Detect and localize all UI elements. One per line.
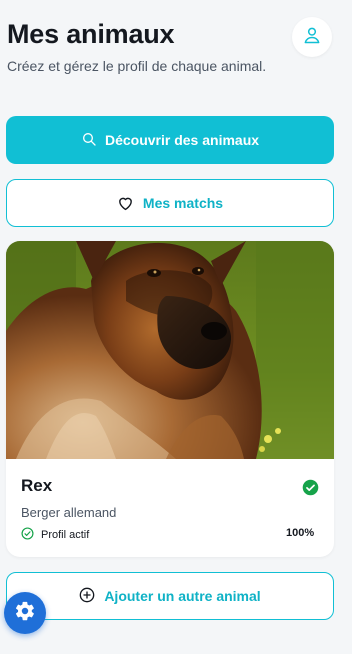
user-icon (302, 25, 322, 50)
add-animal-button[interactable]: Ajouter un autre animal (6, 572, 334, 620)
my-matches-button[interactable]: Mes matchs (6, 179, 334, 227)
profile-status: Profil actif (21, 527, 89, 543)
discover-animals-button[interactable]: Découvrir des animaux (6, 116, 334, 164)
add-animal-label: Ajouter un autre animal (104, 588, 261, 604)
profile-completion: 100% (286, 527, 315, 539)
page-subtitle: Créez et gérez le profil de chaque anima… (7, 58, 267, 74)
pet-photo (6, 241, 334, 459)
profile-button[interactable] (292, 17, 332, 57)
gear-icon (14, 600, 36, 627)
search-icon (81, 131, 97, 150)
pet-name: Rex (21, 476, 53, 495)
check-circle-outline-icon (21, 527, 34, 543)
pet-breed: Berger allemand (21, 505, 117, 520)
check-circle-icon (302, 479, 319, 501)
plus-circle-icon (79, 587, 95, 606)
pet-card[interactable]: Rex Berger allemand Profil actif 100% (6, 241, 334, 557)
discover-animals-label: Découvrir des animaux (104, 132, 260, 148)
profile-status-label: Profil actif (41, 529, 90, 541)
my-matches-label: Mes matchs (142, 195, 224, 211)
pets-page: Mes animaux Créez et gérez le profil de … (0, 0, 352, 654)
heart-icon (117, 195, 134, 211)
settings-button[interactable] (4, 592, 46, 634)
